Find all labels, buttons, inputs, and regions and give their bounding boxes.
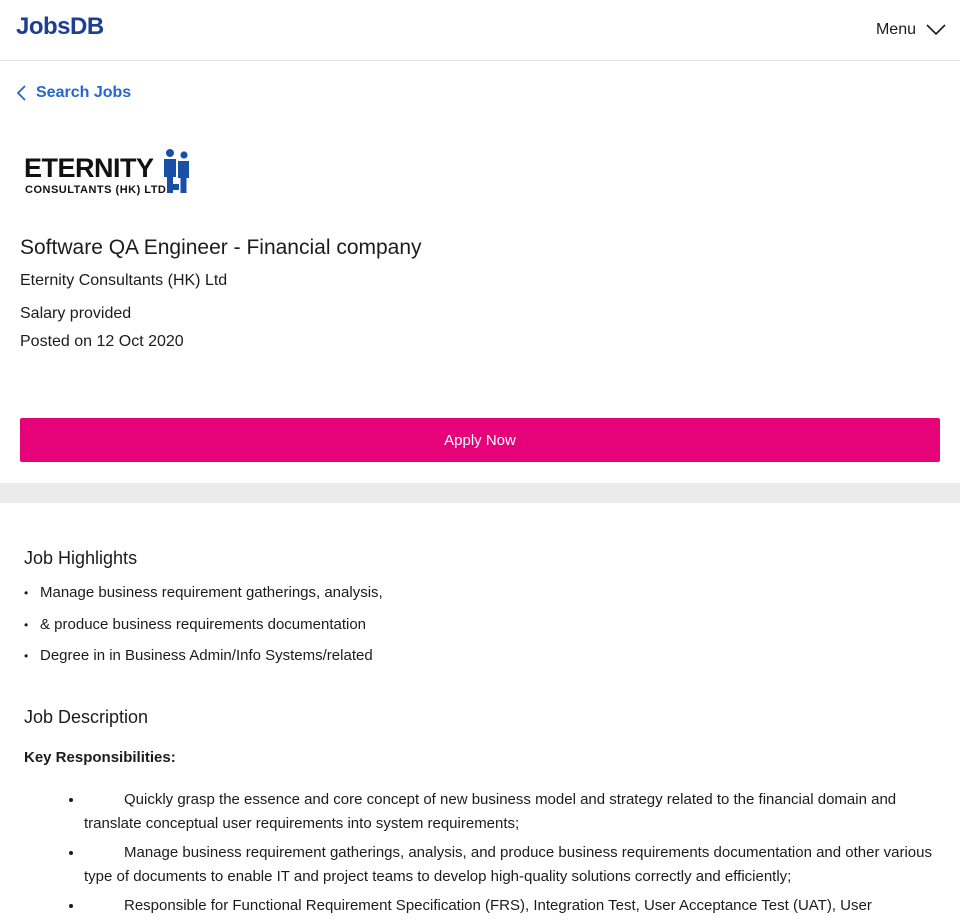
responsibilities-list: Quickly grasp the essence and core conce… bbox=[84, 787, 934, 922]
company-logo-text: ETERNITY bbox=[24, 153, 154, 183]
apply-now-button[interactable]: Apply Now bbox=[20, 418, 940, 462]
highlight-item: Manage business requirement gatherings, … bbox=[24, 583, 383, 615]
salary-info: Salary provided bbox=[20, 305, 132, 322]
chevron-down-icon bbox=[926, 24, 946, 36]
jobsdb-logo[interactable]: JobsDB bbox=[16, 13, 104, 41]
responsibility-item: Responsible for Functional Requirement S… bbox=[84, 893, 934, 918]
company-logo: ETERNITY CONSULTANTS (HK) LTD bbox=[24, 149, 189, 196]
people-silhouette-icon bbox=[164, 149, 189, 193]
menu-button[interactable]: Menu bbox=[876, 18, 946, 42]
highlight-item: Degree in in Business Admin/Info Systems… bbox=[24, 646, 383, 678]
company-logo-subtext: CONSULTANTS (HK) LTD bbox=[25, 184, 166, 196]
key-responsibilities-heading: Key Responsibilities: bbox=[24, 749, 176, 766]
job-description-heading: Job Description bbox=[24, 707, 149, 727]
menu-label: Menu bbox=[875, 21, 916, 38]
job-highlights-heading: Job Highlights bbox=[24, 548, 138, 568]
back-link-label: Search Jobs bbox=[36, 84, 132, 101]
job-highlights-list: Manage business requirement gatherings, … bbox=[24, 583, 383, 678]
highlight-item: & produce business requirements document… bbox=[24, 615, 383, 647]
responsibility-item: Manage business requirement gatherings, … bbox=[84, 840, 934, 889]
back-to-search-link[interactable]: Search Jobs bbox=[16, 82, 131, 104]
section-divider bbox=[0, 483, 960, 503]
responsibility-item: Quickly grasp the essence and core conce… bbox=[84, 787, 934, 836]
posted-date: Posted on 12 Oct 2020 bbox=[20, 333, 184, 350]
top-header: JobsDB Menu bbox=[0, 0, 960, 61]
company-name: Eternity Consultants (HK) Ltd bbox=[20, 272, 228, 289]
job-title: Software QA Engineer - Financial company bbox=[20, 236, 422, 259]
chevron-left-icon bbox=[16, 85, 26, 101]
